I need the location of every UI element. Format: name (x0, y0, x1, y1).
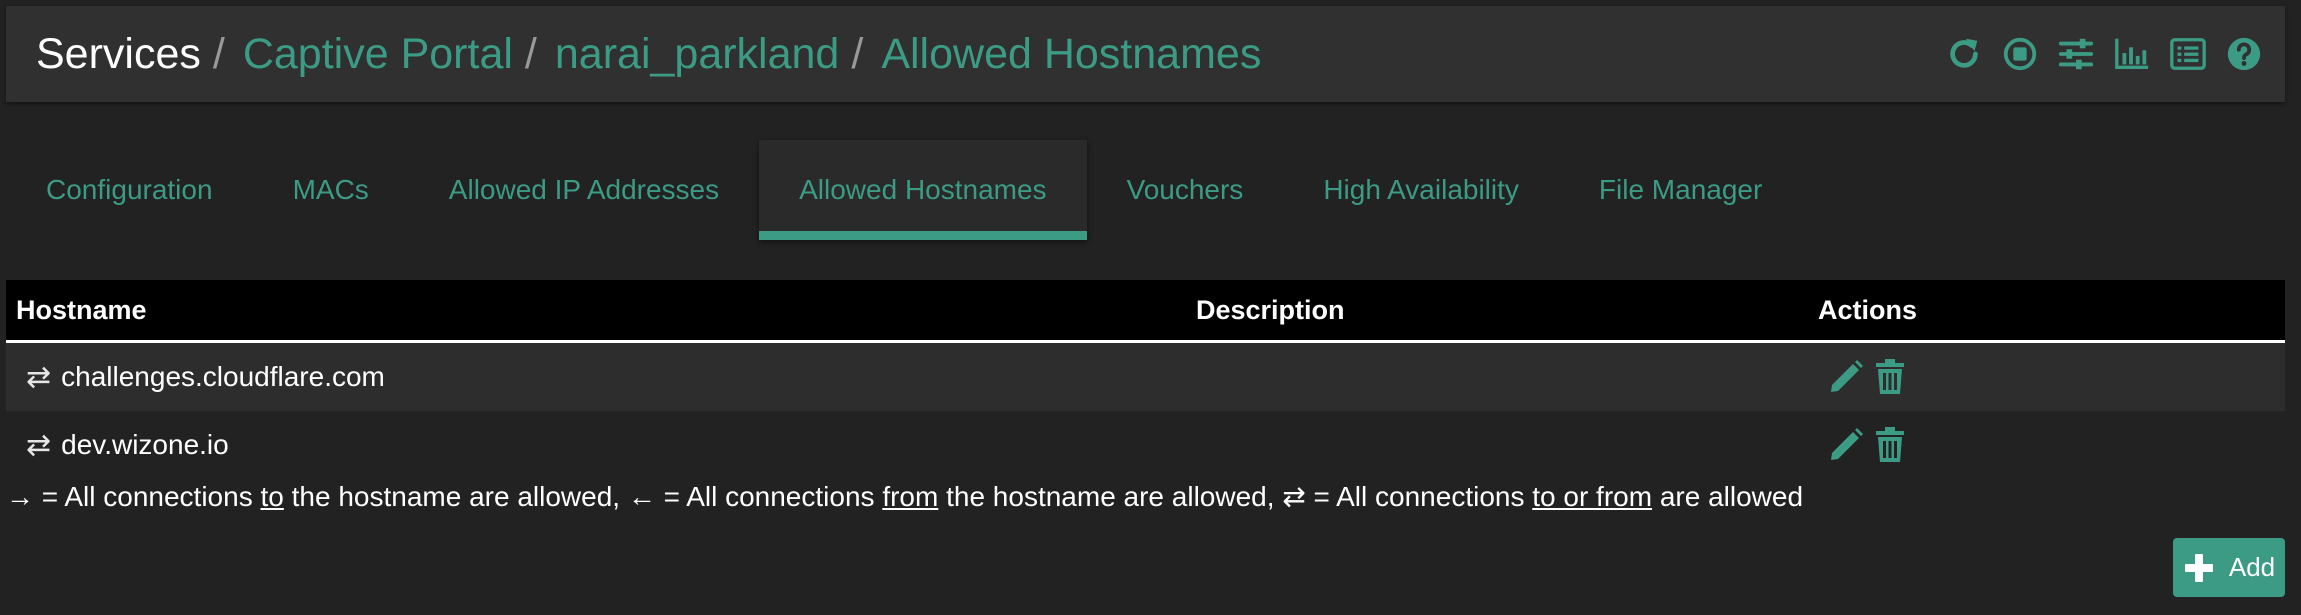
arrow-left-icon: ← (627, 481, 656, 512)
edit-pencil-icon[interactable] (1826, 425, 1866, 465)
edit-pencil-icon[interactable] (1826, 357, 1866, 397)
breadcrumb-captive-portal[interactable]: Captive Portal (243, 30, 513, 79)
plus-icon (2183, 552, 2215, 584)
tab-allowed-ip-addresses[interactable]: Allowed IP Addresses (409, 140, 759, 240)
bidirectional-arrows-icon: ⇄ (26, 360, 52, 394)
row-actions (1826, 343, 1910, 411)
trash-icon[interactable] (1870, 357, 1910, 397)
add-button[interactable]: Add (2173, 538, 2285, 597)
stop-icon[interactable] (2001, 35, 2039, 73)
legend-text: the hostname are allowed, (283, 481, 628, 512)
legend-text: the hostname are allowed, (938, 481, 1283, 512)
hostname-cell: ⇄ challenges.cloudflare.com (26, 343, 385, 411)
legend-emphasis: to (260, 481, 284, 512)
trash-icon[interactable] (1870, 425, 1910, 465)
legend-text: are allowed (1652, 481, 1804, 512)
breadcrumb-separator: / (212, 29, 225, 78)
settings-sliders-icon[interactable] (2057, 35, 2095, 73)
direction-legend: → = All connections to the hostname are … (6, 480, 1803, 513)
tab-high-availability[interactable]: High Availability (1283, 140, 1559, 240)
table-row: ⇄ challenges.cloudflare.com (6, 343, 2285, 411)
hostname-value: challenges.cloudflare.com (61, 361, 385, 392)
tab-macs[interactable]: MACs (253, 140, 409, 240)
allowed-hostnames-table: Hostname Description Actions ⇄ challenge… (6, 280, 2285, 479)
tab-configuration[interactable]: Configuration (6, 140, 253, 240)
tab-vouchers[interactable]: Vouchers (1087, 140, 1284, 240)
legend-text: = All connections (1305, 481, 1533, 512)
legend-text: = All connections (34, 481, 261, 512)
hostname-cell: ⇄ dev.wizone.io (26, 411, 229, 479)
breadcrumb-separator: / (851, 29, 864, 78)
help-icon[interactable] (2225, 35, 2263, 73)
breadcrumb-zone[interactable]: narai_parkland (555, 30, 839, 79)
tab-allowed-hostnames[interactable]: Allowed Hostnames (759, 140, 1088, 240)
header-toolbar (1945, 6, 2263, 102)
arrow-right-icon: → (6, 481, 34, 512)
column-header-hostname: Hostname (16, 295, 147, 325)
breadcrumb: Services / Captive Portal / narai_parkla… (36, 6, 1261, 102)
page-header: Services / Captive Portal / narai_parkla… (6, 6, 2285, 102)
add-button-label: Add (2228, 552, 2276, 582)
breadcrumb-root: Services (36, 29, 201, 78)
legend-emphasis: to or from (1532, 481, 1653, 512)
row-actions (1826, 411, 1910, 479)
bidirectional-arrows-icon: ⇄ (26, 428, 52, 462)
breadcrumb-separator: / (524, 29, 537, 78)
tab-file-manager[interactable]: File Manager (1559, 140, 1802, 240)
refresh-icon[interactable] (1945, 35, 1983, 73)
chart-icon[interactable] (2113, 35, 2151, 73)
column-header-description: Description (1196, 295, 1345, 325)
tab-bar: Configuration MACs Allowed IP Addresses … (6, 140, 1802, 240)
legend-text: = All connections (655, 481, 883, 512)
legend-emphasis: from (882, 481, 939, 512)
column-header-actions: Actions (1818, 295, 1918, 325)
page: Services / Captive Portal / narai_parkla… (0, 0, 2301, 615)
bidirectional-arrows-icon: ⇄ (1282, 481, 1306, 512)
list-icon[interactable] (2169, 35, 2207, 73)
hostname-value: dev.wizone.io (61, 429, 229, 460)
table-header: Hostname Description Actions (6, 280, 2285, 343)
breadcrumb-allowed-hostnames[interactable]: Allowed Hostnames (881, 30, 1261, 79)
table-row: ⇄ dev.wizone.io (6, 411, 2285, 479)
